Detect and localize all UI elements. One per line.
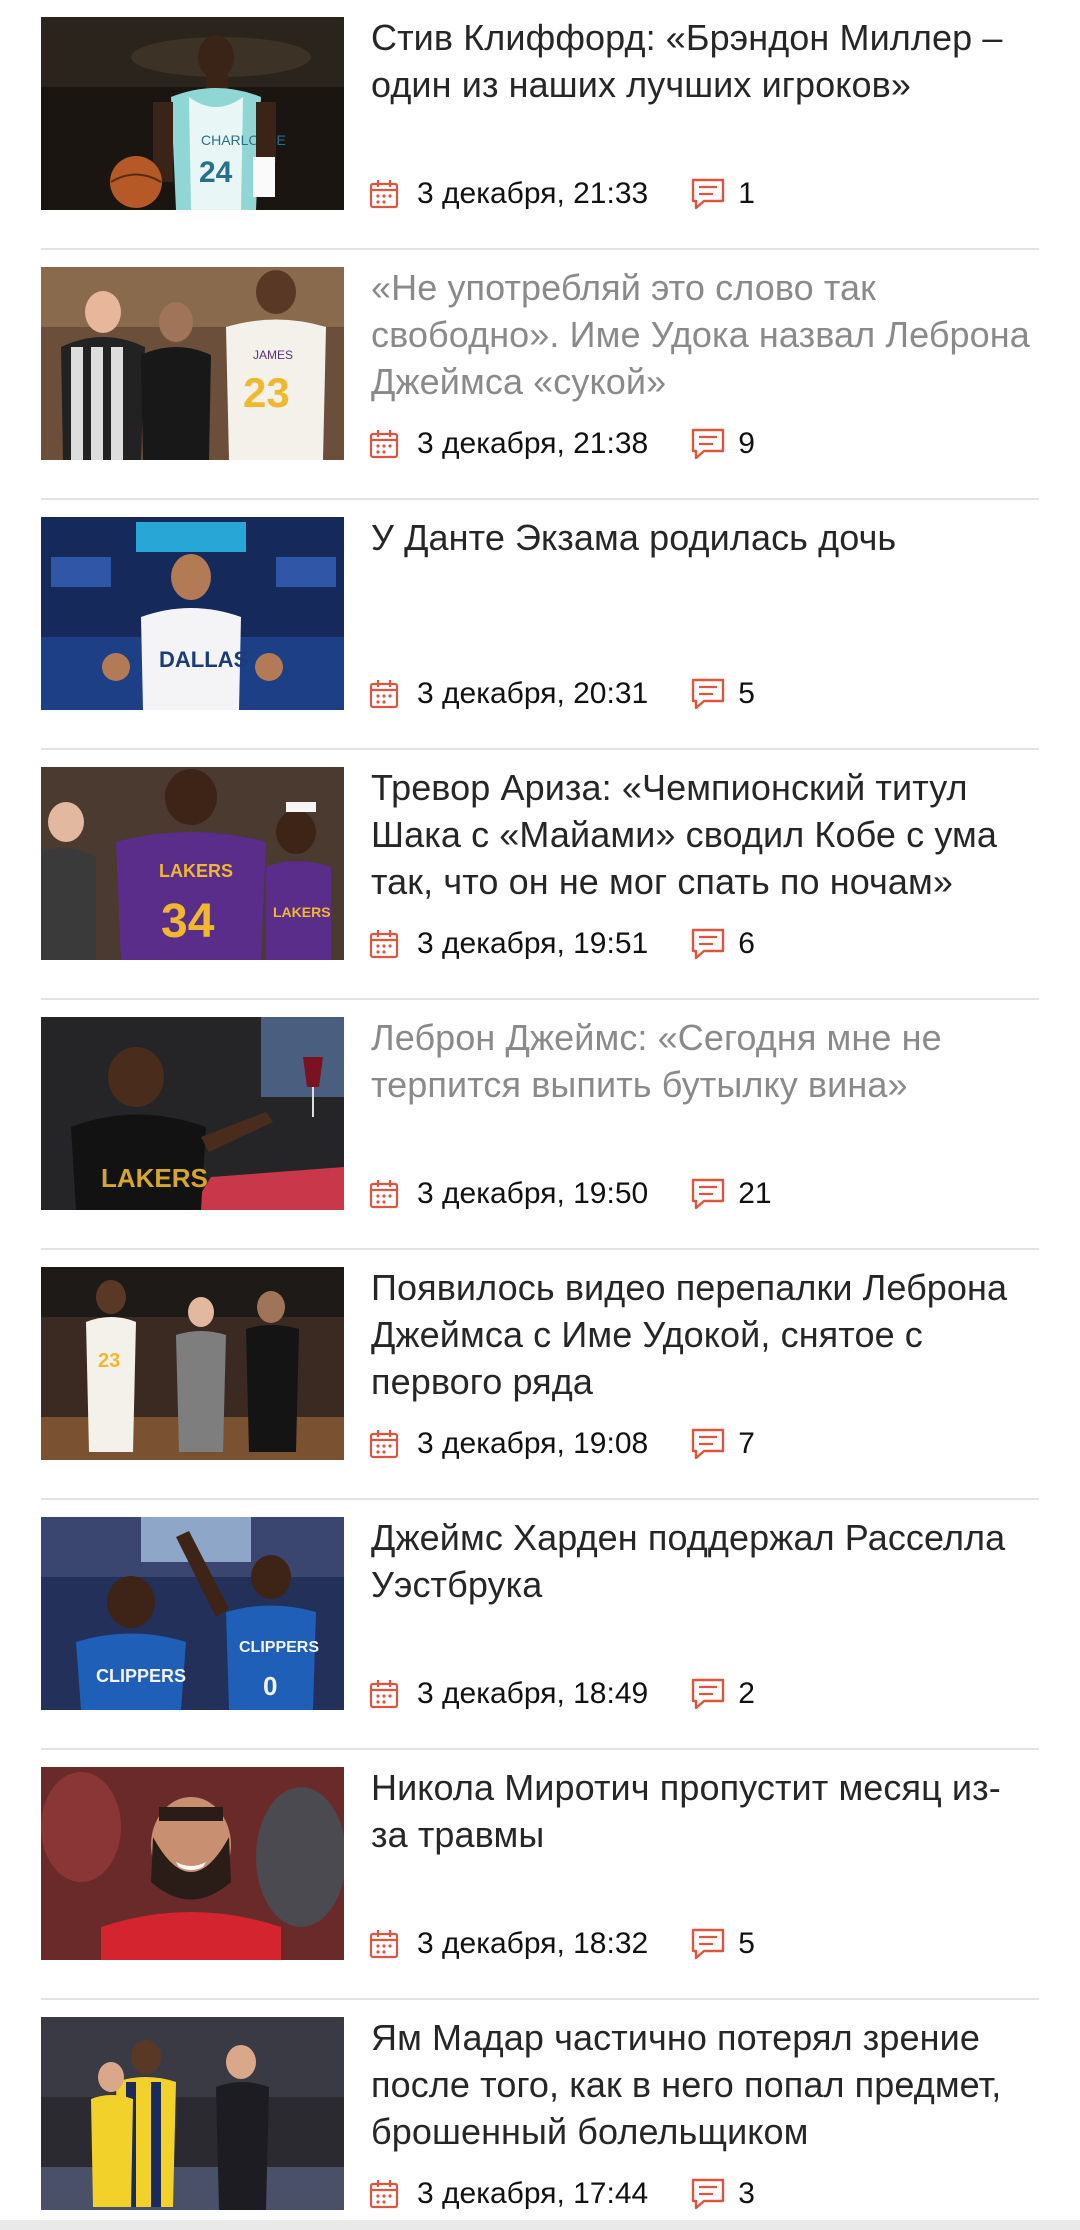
comment-icon (692, 1928, 725, 1960)
news-date: 3 декабря, 21:38 (417, 427, 649, 460)
news-thumbnail[interactable]: 23 (41, 1267, 344, 1460)
news-title[interactable]: У Данте Экзама родилась дочь (371, 514, 1036, 561)
comment-count: 6 (738, 927, 755, 960)
news-thumbnail[interactable]: LAKERS 34 LAKERS (41, 767, 344, 960)
news-item[interactable]: JAMES 23 «Не употребляй это слово так св… (41, 250, 1039, 500)
news-thumbnail[interactable]: JAMES 23 (41, 267, 344, 460)
svg-text:34: 34 (161, 895, 215, 948)
news-date: 3 декабря, 19:50 (417, 1177, 649, 1210)
news-date: 3 декабря, 19:51 (417, 927, 649, 960)
news-item[interactable]: CLIPPERS CLIPPERS 0 Джеймс Харден поддер… (41, 1500, 1039, 1750)
comment-count: 5 (738, 677, 755, 710)
news-title[interactable]: Тревор Ариза: «Чемпионский титул Шака с … (371, 764, 1036, 905)
news-title[interactable]: Появилось видео перепалки Леброна Джеймс… (371, 1264, 1036, 1405)
comment-count: 9 (738, 427, 755, 460)
news-date: 3 декабря, 19:08 (417, 1427, 649, 1460)
news-meta: 3 декабря, 20:31 5 (369, 674, 755, 714)
calendar-icon (369, 2180, 399, 2209)
svg-text:LAKERS: LAKERS (159, 861, 233, 881)
comment-icon (692, 1678, 725, 1710)
news-meta: 3 декабря, 19:50 21 (369, 1174, 772, 1214)
news-date: 3 декабря, 17:44 (417, 2177, 649, 2210)
news-meta: 3 декабря, 19:08 7 (369, 1424, 755, 1464)
news-thumbnail[interactable]: LAKERS (41, 1017, 344, 1210)
comment-count: 5 (738, 1927, 755, 1960)
news-title[interactable]: Ям Мадар частично потерял зрение после т… (371, 2014, 1036, 2155)
news-meta: 3 декабря, 21:33 1 (369, 174, 755, 214)
svg-text:0: 0 (263, 1671, 277, 1701)
news-title[interactable]: Стив Клиффорд: «Брэндон Миллер – один из… (371, 14, 1036, 108)
news-item[interactable]: LAKERS 34 LAKERS Тревор Ариза: «Чемпионс… (41, 750, 1039, 1000)
calendar-icon (369, 1180, 399, 1209)
svg-text:CLIPPERS: CLIPPERS (239, 1639, 319, 1656)
svg-text:LAKERS: LAKERS (101, 1163, 208, 1193)
bottom-edge (0, 2220, 1080, 2230)
news-date: 3 декабря, 18:32 (417, 1927, 649, 1960)
calendar-icon (369, 680, 399, 709)
news-meta: 3 декабря, 21:38 9 (369, 424, 755, 464)
news-meta: 3 декабря, 18:49 2 (369, 1674, 755, 1714)
news-item[interactable]: 23 Появилось видео перепалки Леброна Дже… (41, 1250, 1039, 1500)
svg-text:JAMES: JAMES (253, 348, 293, 362)
svg-text:CLIPPERS: CLIPPERS (96, 1666, 186, 1686)
news-date: 3 декабря, 21:33 (417, 177, 649, 210)
news-date: 3 декабря, 18:49 (417, 1677, 649, 1710)
svg-text:23: 23 (243, 369, 290, 416)
comment-icon (692, 428, 725, 460)
news-date: 3 декабря, 20:31 (417, 677, 649, 710)
news-thumbnail[interactable]: DALLAS (41, 517, 344, 710)
comment-count: 7 (738, 1427, 755, 1460)
comment-icon (692, 928, 725, 960)
calendar-icon (369, 180, 399, 209)
comment-count: 1 (738, 177, 755, 210)
comment-icon (692, 1178, 725, 1210)
svg-text:24: 24 (199, 156, 233, 189)
calendar-icon (369, 1930, 399, 1959)
news-meta: 3 декабря, 18:32 5 (369, 1924, 755, 1964)
news-item[interactable]: LAKERS Леброн Джеймс: «Сегодня мне не те… (41, 1000, 1039, 1250)
comment-count: 2 (738, 1677, 755, 1710)
comment-icon (692, 678, 725, 710)
comment-count: 21 (738, 1177, 772, 1210)
calendar-icon (369, 1680, 399, 1709)
news-item[interactable]: DALLAS У Данте Экзама родилась дочь 3 де… (41, 500, 1039, 750)
news-title[interactable]: Джеймс Харден поддержал Расселла Уэстбру… (371, 1514, 1036, 1608)
svg-text:23: 23 (98, 1350, 120, 1372)
comment-icon (692, 1428, 725, 1460)
comment-count: 3 (738, 2177, 755, 2210)
news-meta: 3 декабря, 19:51 6 (369, 924, 755, 964)
svg-text:LAKERS: LAKERS (273, 904, 331, 920)
news-item[interactable]: Никола Миротич пропустит месяц из-за тра… (41, 1750, 1039, 2000)
comment-icon (692, 2178, 725, 2210)
news-item[interactable]: CHARLOTTE 24 Стив Клиффорд: «Брэндон Мил… (41, 0, 1039, 250)
news-thumbnail[interactable] (41, 2017, 344, 2210)
svg-text:DALLAS: DALLAS (159, 647, 248, 672)
calendar-icon (369, 1430, 399, 1459)
news-thumbnail[interactable] (41, 1767, 344, 1960)
calendar-icon (369, 430, 399, 459)
news-title[interactable]: «Не употребляй это слово так свободно». … (371, 264, 1036, 405)
news-meta: 3 декабря, 17:44 3 (369, 2174, 755, 2214)
news-title[interactable]: Никола Миротич пропустит месяц из-за тра… (371, 1764, 1036, 1858)
news-thumbnail[interactable]: CLIPPERS CLIPPERS 0 (41, 1517, 344, 1710)
comment-icon (692, 178, 725, 210)
news-thumbnail[interactable]: CHARLOTTE 24 (41, 17, 344, 210)
news-title[interactable]: Леброн Джеймс: «Сегодня мне не терпится … (371, 1014, 1036, 1108)
news-item[interactable]: Ям Мадар частично потерял зрение после т… (41, 2000, 1039, 2220)
calendar-icon (369, 930, 399, 959)
